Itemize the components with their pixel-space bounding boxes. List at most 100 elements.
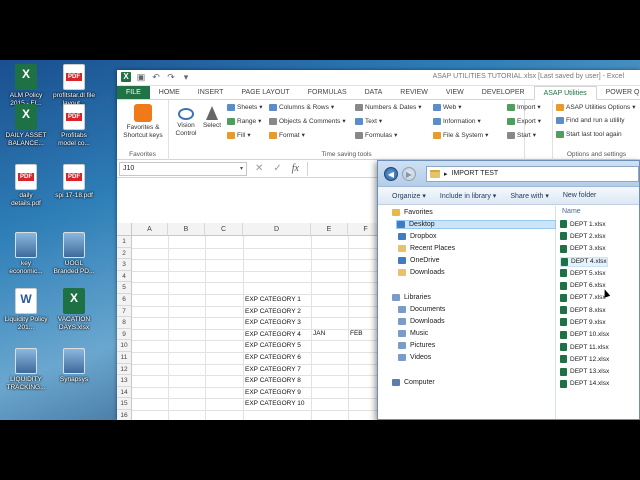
tab-home[interactable]: HOME	[150, 86, 189, 99]
cell-category[interactable]: EXP CATEGORY 5	[243, 340, 301, 351]
vision-control-button[interactable]: Vision Control	[173, 104, 199, 138]
find-run-button[interactable]: Find and run a utility	[556, 117, 625, 124]
nav-pictures[interactable]: Pictures	[398, 342, 435, 349]
desktop-icon[interactable]: ALM Policy 2015 - FI...	[4, 64, 48, 108]
row-header[interactable]: 3	[117, 259, 132, 271]
column-header[interactable]: D	[243, 223, 311, 236]
favorites-button[interactable]: Favorites & Shortcut keys	[119, 104, 167, 140]
tab-data[interactable]: DATA	[356, 86, 392, 99]
start-last-tool-button[interactable]: Start last tool again	[556, 131, 622, 138]
tab-formulas[interactable]: FORMULAS	[299, 86, 356, 99]
cancel-icon[interactable]: ✕	[255, 163, 263, 174]
file-item[interactable]: DEPT 13.xlsx	[560, 367, 609, 376]
desktop-icon[interactable]: key economic...	[4, 232, 48, 276]
row-header[interactable]: 12	[117, 363, 132, 376]
desktop-icon[interactable]: spi 17-18.pdf	[52, 164, 96, 200]
address-bar[interactable]: ▸ IMPORT TEST	[426, 165, 639, 182]
file-item[interactable]: DEPT 4.xlsx	[560, 256, 608, 267]
cell-e5[interactable]: JAN	[311, 328, 325, 339]
export-button[interactable]: Export ▾	[507, 117, 541, 125]
row-header[interactable]: 7	[117, 305, 132, 318]
text-button[interactable]: Text ▾	[355, 117, 382, 125]
select-button[interactable]: Select	[201, 104, 223, 130]
column-header[interactable]: A	[132, 223, 168, 236]
tab-review[interactable]: REVIEW	[391, 86, 437, 99]
sheets-button[interactable]: Sheets ▾	[227, 103, 263, 111]
cell-category[interactable]: EXP CATEGORY 2	[243, 306, 301, 317]
column-header[interactable]: B	[168, 223, 205, 236]
range-button[interactable]: Range ▾	[227, 117, 261, 125]
fill-button[interactable]: Fill ▾	[227, 131, 251, 139]
tab-power-query[interactable]: POWER QUERY	[597, 86, 640, 99]
column-header[interactable]: C	[205, 223, 243, 236]
start-button[interactable]: Start ▾	[507, 131, 536, 139]
row-header[interactable]: 11	[117, 352, 132, 364]
nav-recent-places[interactable]: Recent Places	[398, 245, 455, 252]
file-item[interactable]: DEPT 7.xlsx	[560, 293, 606, 302]
save-icon[interactable]: ▣	[136, 72, 146, 82]
file-system-button[interactable]: File & System ▾	[433, 131, 488, 139]
desktop-icon[interactable]: Synapsys	[52, 348, 96, 384]
row-header[interactable]: 2	[117, 247, 132, 260]
column-header[interactable]: E	[311, 223, 348, 236]
file-item[interactable]: DEPT 2.xlsx	[560, 232, 606, 241]
nav-favorites[interactable]: Favorites	[392, 209, 433, 216]
redo-icon[interactable]: ↷	[166, 72, 176, 82]
desktop-icon[interactable]: Liquidity Policy 201...	[4, 288, 48, 332]
row-header[interactable]: 8	[117, 317, 132, 329]
row-header[interactable]: 1	[117, 236, 132, 248]
confirm-icon[interactable]: ✓	[273, 163, 281, 174]
file-item[interactable]: DEPT 3.xlsx	[560, 244, 606, 253]
organize-button[interactable]: Organize ▾	[392, 192, 426, 200]
desktop-icon[interactable]: VACATION DAYS.xlsx	[52, 288, 96, 332]
nav-libraries[interactable]: Libraries	[392, 294, 431, 301]
row-header[interactable]: 6	[117, 294, 132, 306]
row-header[interactable]: 4	[117, 270, 132, 283]
desktop-icon[interactable]: profitstar.dl file layout...	[52, 64, 96, 108]
asap-options-button[interactable]: ASAP Utilities Options ▾	[556, 103, 635, 111]
cell-f5[interactable]: FEB	[348, 328, 363, 339]
insert-function-icon[interactable]: fx	[292, 163, 299, 174]
file-item[interactable]: DEPT 1.xlsx	[560, 220, 606, 228]
desktop-icon[interactable]: Profitabs model co...	[52, 104, 96, 148]
import-button[interactable]: Import ▾	[507, 103, 541, 111]
cell-category[interactable]: EXP CATEGORY 10	[243, 398, 305, 409]
cell-category[interactable]: EXP CATEGORY 3	[243, 317, 301, 328]
tab-insert[interactable]: INSERT	[189, 86, 233, 99]
cell-category[interactable]: EXP CATEGORY 4	[243, 329, 301, 340]
columns-rows-button[interactable]: Columns & Rows ▾	[269, 103, 334, 111]
customize-qat-icon[interactable]: ▾	[181, 72, 191, 82]
file-item[interactable]: DEPT 14.xlsx	[560, 379, 609, 388]
row-header[interactable]: 15	[117, 398, 132, 410]
nav-documents[interactable]: Documents	[398, 306, 445, 313]
breadcrumb[interactable]: IMPORT TEST	[452, 170, 499, 177]
row-header[interactable]: 10	[117, 340, 132, 352]
cell-category[interactable]: EXP CATEGORY 8	[243, 375, 301, 386]
desktop-icon[interactable]: UOGL Branded PD...	[52, 232, 96, 276]
nav-videos[interactable]: Videos	[398, 354, 431, 361]
select-all-corner[interactable]	[117, 223, 132, 236]
back-arrow-icon[interactable]: ◀	[384, 166, 398, 181]
name-column-header[interactable]: Name	[562, 208, 581, 215]
nav-lib-downloads[interactable]: Downloads	[398, 318, 445, 325]
file-item[interactable]: DEPT 5.xlsx	[560, 269, 606, 278]
file-item[interactable]: DEPT 10.xlsx	[560, 330, 609, 339]
nav-computer[interactable]: Computer	[392, 379, 435, 386]
nav-dropbox[interactable]: Dropbox	[398, 233, 436, 240]
nav-music[interactable]: Music	[398, 330, 428, 337]
web-button[interactable]: Web ▾	[433, 103, 462, 111]
name-box[interactable]: J10 ▾	[119, 161, 247, 176]
cell-category[interactable]: EXP CATEGORY 1	[243, 294, 301, 305]
row-header[interactable]: 9	[117, 328, 132, 341]
desktop-icon[interactable]: DAILY ASSET BALANCE...	[4, 104, 48, 148]
share-with-button[interactable]: Share with ▾	[510, 192, 549, 200]
cell-category[interactable]: EXP CATEGORY 6	[243, 352, 301, 363]
nav-onedrive[interactable]: OneDrive	[398, 257, 440, 264]
file-item[interactable]: DEPT 6.xlsx	[560, 281, 606, 290]
forward-arrow-icon[interactable]: ▶	[402, 166, 416, 181]
formulas-button[interactable]: Formulas ▾	[355, 131, 397, 139]
tab-view[interactable]: VIEW	[437, 86, 473, 99]
objects-comments-button[interactable]: Objects & Comments ▾	[269, 117, 346, 125]
tab-developer[interactable]: DEVELOPER	[473, 86, 534, 99]
tab-asap-utilities[interactable]: ASAP Utilities	[533, 86, 597, 100]
